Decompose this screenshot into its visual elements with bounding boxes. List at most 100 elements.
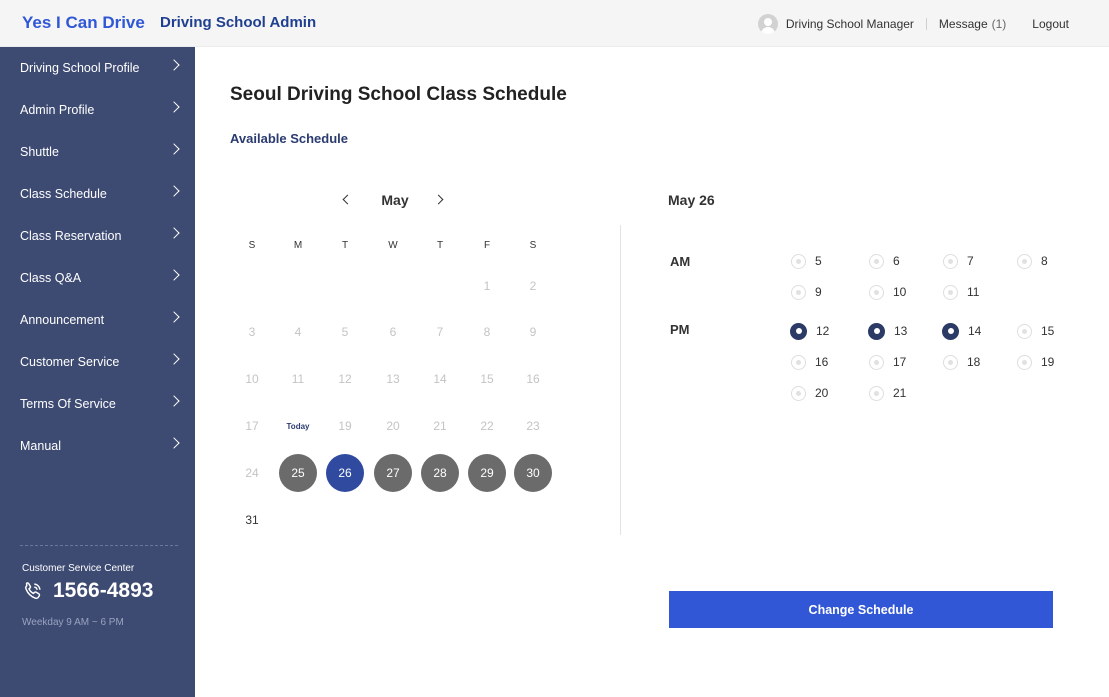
time-slot-6[interactable]: 6 — [869, 253, 900, 269]
chevron-right-icon — [168, 269, 180, 281]
chevron-right-icon — [168, 227, 180, 239]
calendar-day-selected[interactable]: 26 — [326, 454, 364, 492]
customer-service-hours: Weekday 9 AM ~ 6 PM — [22, 617, 124, 628]
brand-logo[interactable]: Yes I Can Drive — [22, 13, 145, 33]
sidebar-item-announcement[interactable]: Announcement — [0, 299, 195, 341]
phone-icon — [25, 582, 41, 600]
sidebar-item-label: Customer Service — [20, 355, 120, 369]
calendar-day: 2 — [529, 279, 537, 293]
sidebar-item-terms-of-service[interactable]: Terms Of Service — [0, 383, 195, 425]
user-role[interactable]: Driving School Manager — [786, 17, 914, 31]
sidebar-item-label: Admin Profile — [20, 103, 95, 117]
time-slot-label: 15 — [1041, 324, 1055, 338]
weekday-header: T — [436, 240, 444, 251]
logout-link[interactable]: Logout — [1032, 17, 1069, 31]
time-slot-label: 18 — [967, 355, 981, 369]
radio-checked-icon[interactable] — [942, 322, 959, 340]
radio-checked-icon[interactable] — [790, 322, 807, 340]
time-slot-9[interactable]: 9 — [791, 284, 822, 300]
section-title: Available Schedule — [230, 131, 349, 146]
sidebar-item-customer-service[interactable]: Customer Service — [0, 341, 195, 383]
time-slot-7[interactable]: 7 — [943, 253, 974, 269]
radio-unchecked-icon[interactable] — [943, 253, 958, 269]
time-slot-10[interactable]: 10 — [869, 284, 906, 300]
time-slot-11[interactable]: 11 — [943, 284, 979, 300]
calendar-day: 13 — [386, 372, 400, 386]
weekday-header: W — [388, 240, 398, 251]
sidebar-item-class-schedule[interactable]: Class Schedule — [0, 173, 195, 215]
time-slot-5[interactable]: 5 — [791, 253, 822, 269]
time-slot-label: 13 — [894, 324, 908, 338]
calendar-day-available[interactable]: 30 — [514, 454, 552, 492]
weekday-header: S — [529, 240, 537, 251]
radio-unchecked-icon[interactable] — [791, 253, 806, 269]
radio-unchecked-icon[interactable] — [1017, 354, 1032, 370]
calendar-day-available[interactable]: 29 — [468, 454, 506, 492]
calendar-day: 23 — [526, 419, 540, 433]
time-slot-18[interactable]: 18 — [943, 354, 980, 370]
sidebar-item-class-reservation[interactable]: Class Reservation — [0, 215, 195, 257]
customer-service-phone-row: 1566-4893 — [22, 579, 153, 603]
sidebar-item-driving-school-profile[interactable]: Driving School Profile — [0, 47, 195, 89]
radio-unchecked-icon[interactable] — [1017, 323, 1032, 339]
sidebar-item-admin-profile[interactable]: Admin Profile — [0, 89, 195, 131]
time-slot-16[interactable]: 16 — [791, 354, 828, 370]
sidebar-item-manual[interactable]: Manual — [0, 425, 195, 467]
time-slot-label: 16 — [815, 355, 829, 369]
calendar-day: 7 — [436, 325, 444, 339]
weekday-header: M — [293, 240, 303, 251]
header-user-area: Driving School Manager Message (1) Logout — [757, 13, 1069, 35]
time-slot-label: 10 — [893, 285, 907, 299]
time-slot-label: 8 — [1041, 254, 1048, 268]
sidebar: Driving School Profile Admin Profile Shutt… — [0, 47, 195, 697]
calendar-day: 6 — [389, 325, 397, 339]
calendar-divider — [620, 225, 621, 535]
sidebar-item-class-q-a[interactable]: Class Q&A — [0, 257, 195, 299]
header-divider — [925, 18, 927, 30]
time-slot-13[interactable]: 13 — [868, 322, 908, 340]
radio-unchecked-icon[interactable] — [791, 354, 806, 370]
time-slot-8[interactable]: 8 — [1017, 253, 1048, 269]
chevron-right-icon — [168, 311, 180, 323]
time-slot-19[interactable]: 19 — [1017, 354, 1054, 370]
chevron-left-icon[interactable] — [342, 194, 353, 205]
time-slot-14[interactable]: 14 — [942, 322, 981, 340]
calendar-day-available[interactable]: 28 — [421, 454, 459, 492]
sidebar-item-label: Class Q&A — [20, 271, 82, 285]
time-slot-17[interactable]: 17 — [869, 354, 906, 370]
calendar-day-available[interactable]: 27 — [374, 454, 412, 492]
time-slot-15[interactable]: 15 — [1017, 323, 1054, 339]
calendar-day: 12 — [338, 372, 352, 386]
chevron-right-icon[interactable] — [433, 194, 444, 205]
radio-checked-icon[interactable] — [868, 322, 885, 340]
calendar-day: 20 — [386, 419, 400, 433]
sidebar-item-label: Announcement — [20, 313, 105, 327]
radio-unchecked-icon[interactable] — [869, 385, 884, 401]
chevron-right-icon — [168, 353, 180, 365]
top-header: Yes I Can Drive Driving School Admin Dri… — [0, 0, 1109, 47]
time-slot-21[interactable]: 21 — [869, 385, 906, 401]
calendar-day: 14 — [433, 372, 447, 386]
time-slot-label: 7 — [967, 254, 974, 268]
radio-unchecked-icon[interactable] — [1017, 253, 1032, 269]
radio-unchecked-icon[interactable] — [791, 385, 806, 401]
calendar-day-available[interactable]: 25 — [279, 454, 317, 492]
page-title: Seoul Driving School Class Schedule — [230, 84, 567, 105]
time-slot-12[interactable]: 12 — [790, 322, 829, 340]
radio-unchecked-icon[interactable] — [869, 354, 884, 370]
radio-unchecked-icon[interactable] — [791, 284, 806, 300]
message-link[interactable]: Message (1) — [939, 17, 1006, 31]
sidebar-item-shuttle[interactable]: Shuttle — [0, 131, 195, 173]
user-avatar-icon[interactable] — [757, 14, 778, 34]
time-slot-20[interactable]: 20 — [791, 385, 828, 401]
radio-unchecked-icon[interactable] — [869, 253, 884, 269]
time-slot-label: 21 — [893, 386, 907, 400]
chevron-right-icon — [168, 101, 180, 113]
radio-unchecked-icon[interactable] — [869, 284, 884, 300]
radio-unchecked-icon[interactable] — [943, 284, 958, 300]
radio-unchecked-icon[interactable] — [943, 354, 958, 370]
calendar-day-today: Today — [286, 421, 310, 431]
change-schedule-button[interactable]: Change Schedule — [669, 591, 1053, 628]
chevron-right-icon — [168, 437, 180, 449]
sidebar-divider — [20, 545, 178, 546]
